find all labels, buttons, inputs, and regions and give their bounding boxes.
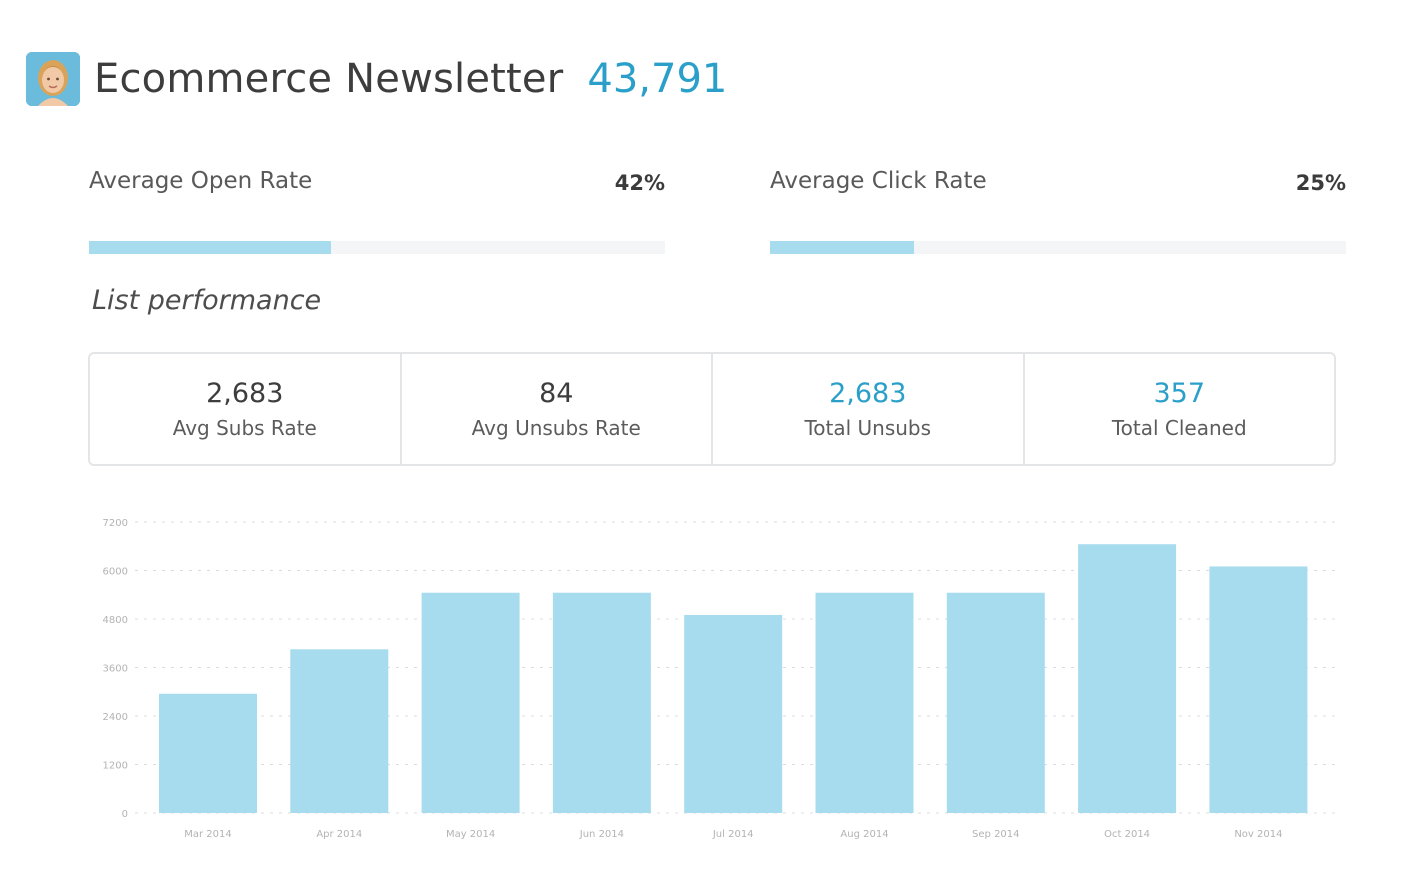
stat-value: 84 xyxy=(539,378,574,409)
list-stats-panel: 2,683 Avg Subs Rate 84 Avg Unsubs Rate 2… xyxy=(88,352,1336,466)
stat-value: 2,683 xyxy=(206,378,284,409)
x-tick-label: Sep 2014 xyxy=(972,829,1019,840)
y-tick-label: 2400 xyxy=(103,712,128,723)
x-tick-label: Mar 2014 xyxy=(184,829,232,840)
x-tick-label: May 2014 xyxy=(446,829,495,840)
open-rate-progress-fill xyxy=(89,241,331,254)
y-tick-label: 1200 xyxy=(103,761,128,772)
stat-total-cleaned: 357 Total Cleaned xyxy=(1025,354,1335,464)
x-tick-label: Apr 2014 xyxy=(316,829,362,840)
x-tick-label: Aug 2014 xyxy=(840,829,888,840)
chart-bar xyxy=(290,649,389,813)
subscriber-count: 43,791 xyxy=(587,56,728,102)
chart-bar xyxy=(159,693,257,813)
stat-avg-subs-rate: 2,683 Avg Subs Rate xyxy=(90,354,402,464)
click-rate-progress-track xyxy=(770,241,1346,254)
list-header: Ecommerce Newsletter 43,791 xyxy=(26,52,727,106)
stat-value: 357 xyxy=(1153,378,1206,409)
chart-bar xyxy=(1078,544,1177,813)
section-title: List performance xyxy=(92,285,322,316)
y-tick-label: 4800 xyxy=(103,615,128,626)
stat-value: 2,683 xyxy=(829,378,907,409)
y-tick-label: 0 xyxy=(122,809,128,820)
x-tick-label: Nov 2014 xyxy=(1234,829,1282,840)
chart-bar xyxy=(815,592,914,813)
x-tick-label: Jun 2014 xyxy=(579,829,624,840)
click-rate-value: 25% xyxy=(1295,171,1346,195)
chart-bar xyxy=(1209,566,1308,813)
open-rate-label: Average Open Rate xyxy=(89,168,313,194)
list-title: Ecommerce Newsletter xyxy=(94,56,564,102)
y-tick-label: 6000 xyxy=(103,567,128,578)
stat-caption: Total Unsubs xyxy=(804,416,932,440)
x-tick-label: Oct 2014 xyxy=(1104,829,1150,840)
stat-caption: Total Cleaned xyxy=(1111,416,1247,440)
open-rate-progress-track xyxy=(89,241,665,254)
y-tick-label: 3600 xyxy=(103,664,128,675)
user-avatar-icon xyxy=(26,52,80,106)
user-avatar xyxy=(26,52,80,106)
stat-total-unsubs: 2,683 Total Unsubs xyxy=(713,354,1025,464)
stat-caption: Avg Subs Rate xyxy=(172,416,317,440)
list-growth-bar-chart: 0 1200 2400 3600 4800 6000 7200 Mar 2014 Apr 201… xyxy=(103,518,1340,840)
chart-bar xyxy=(552,592,651,813)
stat-avg-unsubs-rate: 84 Avg Unsubs Rate xyxy=(402,354,713,464)
stat-caption: Avg Unsubs Rate xyxy=(471,416,641,440)
chart-bar xyxy=(684,614,783,813)
chart-bar xyxy=(421,592,520,813)
click-rate-progress-fill xyxy=(770,241,914,254)
x-tick-label: Jul 2014 xyxy=(712,829,754,840)
y-tick-label: 7200 xyxy=(103,518,128,529)
chart-bar xyxy=(946,592,1045,813)
click-rate-label: Average Click Rate xyxy=(770,168,987,194)
open-rate-value: 42% xyxy=(614,171,665,195)
